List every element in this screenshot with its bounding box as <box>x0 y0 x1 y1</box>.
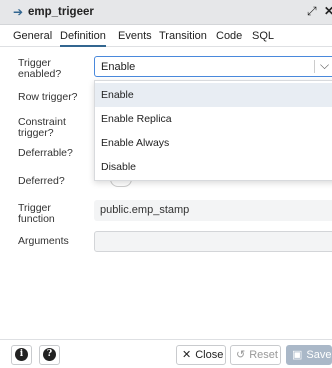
dialog-titlebar: ➔ emp_trigeer ⤢ ✕ <box>0 0 332 25</box>
info-button[interactable]: i <box>11 345 32 365</box>
save-icon: ▣ <box>292 349 303 361</box>
chevron-down-icon[interactable]: ⌵ <box>320 58 329 73</box>
close-icon[interactable]: ✕ <box>324 4 332 18</box>
trigger-enabled-label: Trigger enabled? <box>18 57 62 80</box>
deferred-label: Deferred? <box>18 175 65 187</box>
close-x-icon: ✕ <box>182 349 192 361</box>
tab-code[interactable]: Code <box>216 30 242 42</box>
trigger-function-field: public.emp_stamp <box>94 200 332 221</box>
deferrable-label: Deferrable? <box>18 147 73 159</box>
reset-icon: ↺ <box>236 349 246 361</box>
trigger-enabled-value: Enable <box>101 61 136 73</box>
tab-sql[interactable]: SQL <box>252 30 274 42</box>
dropdown-option-enable[interactable]: Enable <box>95 83 332 107</box>
select-divider <box>314 60 315 73</box>
dropdown-option-enable-always[interactable]: Enable Always <box>95 131 332 155</box>
trigger-function-value: public.emp_stamp <box>100 204 190 216</box>
close-button-label: Close <box>195 349 224 361</box>
expand-icon[interactable]: ⤢ <box>307 4 317 19</box>
trigger-arrow-icon: ➔ <box>13 5 24 19</box>
trigger-enabled-select[interactable]: Enable ⌵ <box>94 56 332 77</box>
save-button[interactable]: ▣ Save <box>286 345 332 365</box>
trigger-enabled-dropdown: Enable Enable Replica Enable Always Disa… <box>94 80 332 181</box>
tab-bar: General Definition Events Transition Cod… <box>0 25 332 47</box>
tab-definition[interactable]: Definition <box>60 30 106 47</box>
close-button[interactable]: ✕ Close <box>176 345 226 365</box>
reset-button-label: Reset <box>249 349 278 361</box>
dialog-title: emp_trigeer <box>28 6 94 18</box>
dropdown-option-disable[interactable]: Disable <box>95 155 332 179</box>
tab-general[interactable]: General <box>13 30 52 42</box>
help-icon: ? <box>43 348 56 361</box>
trigger-function-label: Trigger function <box>18 202 55 225</box>
constraint-trigger-label: Constraint trigger? <box>18 116 66 139</box>
arguments-input[interactable] <box>94 231 332 252</box>
dialog-footer: i ? ✕ Close ↺ Reset ▣ Save <box>0 339 332 368</box>
help-button[interactable]: ? <box>39 345 60 365</box>
tab-events[interactable]: Events <box>118 30 152 42</box>
dropdown-option-enable-replica[interactable]: Enable Replica <box>95 107 332 131</box>
row-trigger-label: Row trigger? <box>18 91 78 103</box>
arguments-label: Arguments <box>18 235 69 247</box>
tab-transition[interactable]: Transition <box>159 30 207 42</box>
info-icon: i <box>15 348 28 361</box>
reset-button[interactable]: ↺ Reset <box>230 345 281 365</box>
save-button-label: Save <box>306 349 332 361</box>
